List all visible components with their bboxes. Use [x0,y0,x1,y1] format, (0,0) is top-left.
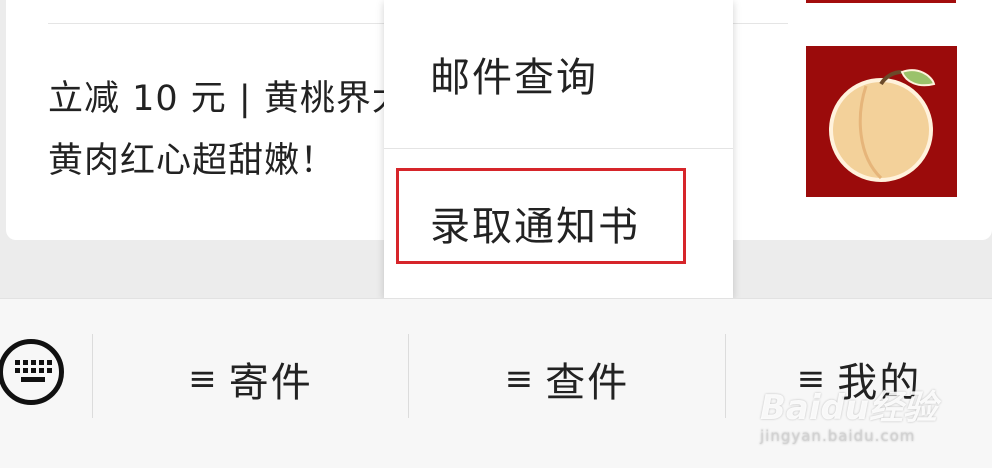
menu-icon: ≡ [796,359,828,399]
menu-item-mail-query[interactable]: 邮件查询 [384,0,733,148]
popup-menu: 邮件查询 录取通知书 [384,0,733,298]
bottom-nav-bar: ≡ 寄件 ≡ 查件 ≡ 我的 [0,298,992,468]
tab-label: 查件 [545,360,630,406]
menu-item-label: 邮件查询 [430,55,598,101]
peach-icon [829,69,936,182]
keyboard-toggle-button[interactable] [0,339,64,405]
tab-send[interactable]: ≡ 寄件 [93,349,408,409]
menu-item-admission-notice[interactable]: 录取通知书 [384,149,733,297]
article-thumbnail[interactable] [806,46,957,197]
menu-icon: ≡ [504,359,536,399]
tab-label: 我的 [837,360,922,406]
menu-item-label: 录取通知书 [430,204,640,250]
tab-track[interactable]: ≡ 查件 [409,349,725,409]
tab-mine[interactable]: ≡ 我的 [726,349,992,409]
keyboard-icon [15,360,52,382]
tab-label: 寄件 [228,360,313,406]
previous-thumbnail-edge [806,0,956,3]
menu-icon: ≡ [188,359,219,399]
